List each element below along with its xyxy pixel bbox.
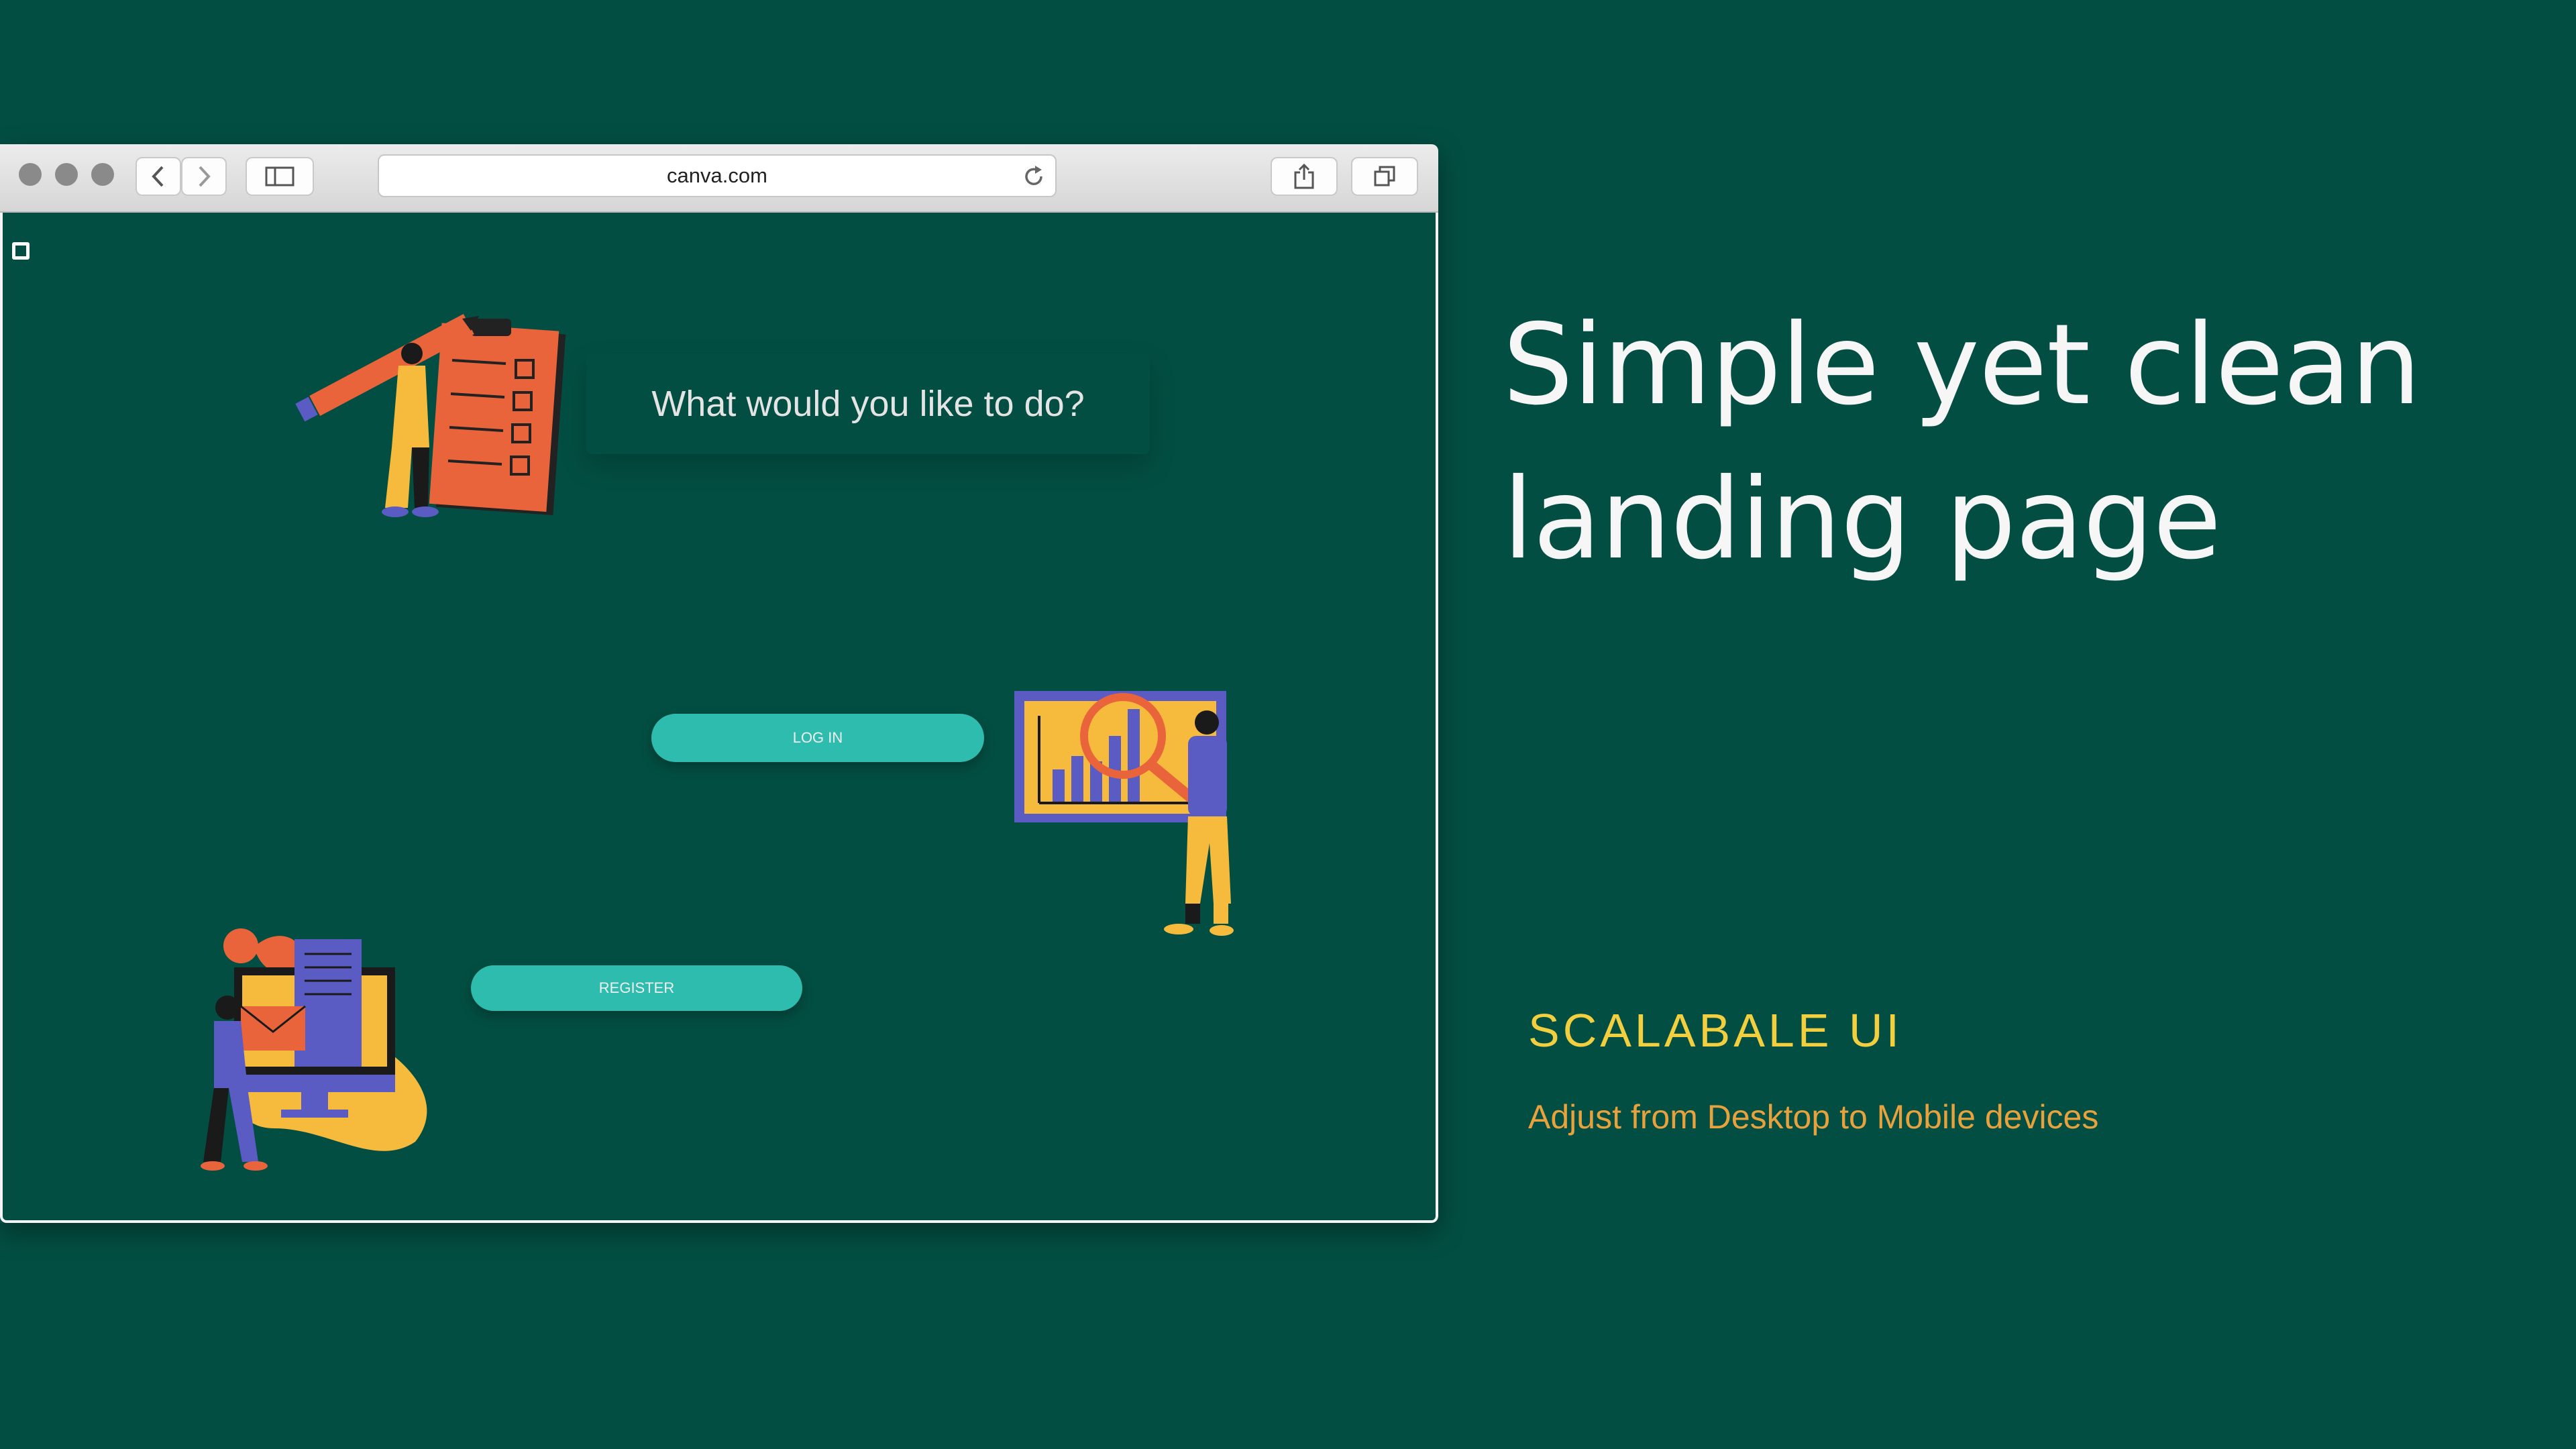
window-zoom-dot[interactable]	[91, 163, 114, 186]
chevron-right-icon	[199, 166, 211, 187]
forward-button[interactable]	[181, 157, 227, 196]
url-text: canva.com	[667, 164, 767, 187]
login-button[interactable]: LOG IN	[651, 714, 984, 762]
browser-window: canva.com What would you like to do? LOG…	[0, 144, 1438, 1223]
sidebar-icon	[265, 166, 294, 186]
browser-toolbar: canva.com	[0, 144, 1438, 213]
headline-line-1: Simple yet clean	[1503, 301, 2421, 430]
tabs-button[interactable]	[1351, 157, 1418, 196]
back-button[interactable]	[136, 157, 181, 196]
headline-line-2: landing page	[1503, 455, 2222, 584]
share-button[interactable]	[1271, 157, 1338, 196]
chevron-left-icon	[152, 166, 164, 187]
tabs-icon	[1374, 166, 1395, 186]
page-viewport: What would you like to do? LOG IN REGIST…	[0, 213, 1438, 1223]
reload-icon[interactable]	[1022, 164, 1046, 189]
window-close-dot[interactable]	[19, 163, 42, 186]
analytics-illustration	[1014, 691, 1234, 936]
computer-illustration	[201, 928, 427, 1171]
question-heading: What would you like to do?	[586, 354, 1150, 454]
promo-headline: Simple yet clean landing page	[1503, 288, 2509, 597]
sidebar-button[interactable]	[246, 157, 314, 196]
window-minimize-dot[interactable]	[55, 163, 78, 186]
clipboard-illustration	[295, 313, 566, 517]
share-icon	[1294, 163, 1314, 189]
register-button[interactable]: REGISTER	[471, 965, 802, 1011]
menu-square-icon[interactable]	[12, 242, 30, 260]
address-bar[interactable]: canva.com	[378, 154, 1057, 197]
promo-description: Adjust from Desktop to Mobile devices	[1528, 1098, 2099, 1136]
promo-subtitle: SCALABALE UI	[1528, 1004, 1902, 1057]
